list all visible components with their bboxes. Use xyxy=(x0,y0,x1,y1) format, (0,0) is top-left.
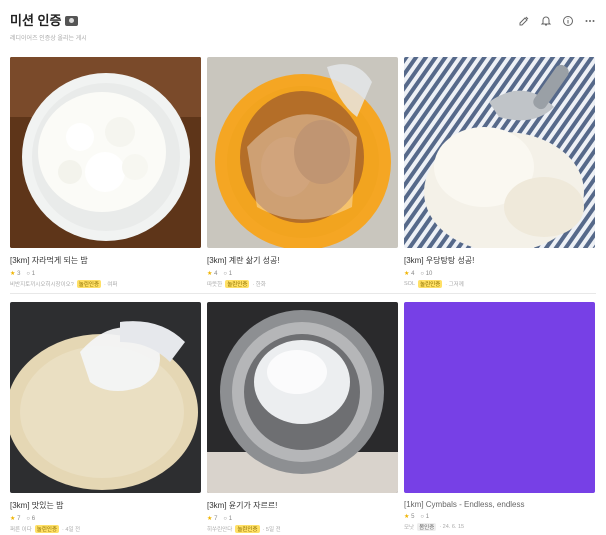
star-icon: ★ xyxy=(10,516,16,522)
card-meta: 모낫 봄인증 · 24. 6. 15 xyxy=(404,523,595,531)
card-stats: ★ 3 ○ 1 xyxy=(10,270,201,278)
card-thumbnail[interactable] xyxy=(10,57,201,248)
status-badge: 놀린인증 xyxy=(235,525,260,533)
card-title[interactable]: [3km] 우당탕탕 성공! xyxy=(404,255,595,266)
post-time: · 그저께 xyxy=(445,282,464,288)
mission-card[interactable]: [1km] Cymbals - Endless, endless ★ 5 ○ 1… xyxy=(404,302,595,531)
card-title[interactable]: [3km] 자라먹게 되는 밥 xyxy=(10,255,201,266)
post-time: · 24. 6. 15 xyxy=(439,524,465,530)
status-badge: 놀린인증 xyxy=(418,280,443,288)
star-count: 7 xyxy=(214,516,218,522)
post-time: · 5일 전 xyxy=(262,527,281,533)
card-stats: ★ 4 ○ 1 xyxy=(207,270,398,278)
author-name: 퍼른 이다 xyxy=(10,527,32,533)
rice-bag-image xyxy=(10,302,201,493)
star-count: 7 xyxy=(17,516,21,522)
comment-count: 1 xyxy=(31,270,36,277)
author-name: 히쑤린안다 xyxy=(207,527,233,533)
comment-icon: ○ xyxy=(223,270,228,277)
author-name: 비반지토끼시오히시장이오? xyxy=(10,282,74,288)
page-title-text: 미션 인증 xyxy=(10,13,62,28)
card-stats: ★ 7 ○ 1 xyxy=(207,515,398,523)
author-name: SOL xyxy=(404,281,416,287)
status-badge: 놀린인증 xyxy=(34,525,60,533)
card-title[interactable]: [1km] Cymbals - Endless, endless xyxy=(404,500,595,509)
star-icon: ★ xyxy=(404,514,410,520)
mission-card[interactable]: [3km] 우당탕탕 성공! ★ 4 ○ 10 SOL 놀린인증 · 그저께 xyxy=(404,57,595,288)
card-meta: 퍼른 이다 놀린인증 · 4일 전 xyxy=(10,525,201,533)
card-meta: 따뜻한 놀린인증 · 한화 xyxy=(207,280,398,288)
more-icon[interactable] xyxy=(584,15,596,27)
card-thumbnail[interactable] xyxy=(10,302,201,493)
mission-card[interactable]: [3km] 맛있는 밥 ★ 7 ○ 6 퍼른 이다 놀린인증 · 4일 전 xyxy=(10,302,201,533)
comment-count: 10 xyxy=(425,270,433,277)
card-meta: 비반지토끼시오히시장이오? 놀린인증 · 여퍼 xyxy=(10,280,201,288)
comment-icon: ○ xyxy=(420,513,425,520)
card-meta: SOL 놀린인증 · 그저께 xyxy=(404,280,595,288)
comment-icon: ○ xyxy=(223,515,228,522)
star-icon: ★ xyxy=(207,271,213,277)
eggs-image xyxy=(207,57,398,248)
comment-icon: ○ xyxy=(26,270,31,277)
card-title[interactable]: [3km] 계란 삶기 성공! xyxy=(207,255,398,266)
star-count: 4 xyxy=(214,271,218,277)
post-time: · 한화 xyxy=(252,282,266,288)
comment-count: 1 xyxy=(228,270,233,277)
page-title: 미션 인증 xyxy=(10,10,79,29)
header-actions xyxy=(518,15,596,27)
status-badge: 놀린인증 xyxy=(76,280,102,288)
star-count: 3 xyxy=(17,271,21,277)
post-time: · 여퍼 xyxy=(104,282,118,288)
edit-icon[interactable] xyxy=(518,15,530,27)
comment-count: 1 xyxy=(228,515,233,522)
mission-card[interactable]: [3km] 윤기가 자르르! ★ 7 ○ 1 히쑤린안다 놀린인증 · 5일 전 xyxy=(207,302,398,533)
page-subtitle: 레디이어즈 인증상 올리는 게시 xyxy=(10,36,87,42)
camera-icon xyxy=(65,15,79,26)
star-icon: ★ xyxy=(404,271,410,277)
comment-count: 1 xyxy=(425,513,430,520)
card-thumbnail[interactable] xyxy=(207,302,398,493)
card-stats: ★ 5 ○ 1 xyxy=(404,513,595,521)
author-name: 모낫 xyxy=(404,525,415,531)
card-meta: 히쑤린안다 놀린인증 · 5일 전 xyxy=(207,525,398,533)
post-time: · 4일 전 xyxy=(62,527,81,533)
bell-icon[interactable] xyxy=(540,15,552,27)
card-title[interactable]: [3km] 맛있는 밥 xyxy=(10,500,201,511)
star-count: 5 xyxy=(411,514,415,520)
star-icon: ★ xyxy=(207,516,213,522)
star-icon: ★ xyxy=(10,271,16,277)
card-title[interactable]: [3km] 윤기가 자르르! xyxy=(207,500,398,511)
star-count: 4 xyxy=(411,271,415,277)
comment-icon: ○ xyxy=(26,515,31,522)
author-name: 따뜻한 xyxy=(207,282,223,288)
rice-bowl-image xyxy=(10,57,201,248)
card-thumbnail[interactable] xyxy=(404,302,595,493)
card-thumbnail[interactable] xyxy=(207,57,398,248)
card-stats: ★ 7 ○ 6 xyxy=(10,515,201,523)
card-thumbnail[interactable] xyxy=(404,57,595,248)
row-divider xyxy=(10,293,596,294)
card-stats: ★ 4 ○ 10 xyxy=(404,270,595,278)
mission-card[interactable]: [3km] 계란 삶기 성공! ★ 4 ○ 1 따뜻한 놀린인증 · 한화 xyxy=(207,57,398,288)
info-icon[interactable] xyxy=(562,15,574,27)
mission-card[interactable]: [3km] 자라먹게 되는 밥 ★ 3 ○ 1 비반지토끼시오히시장이오? 놀린… xyxy=(10,57,201,288)
rice-spoon-image xyxy=(404,57,595,248)
status-badge: 놀린인증 xyxy=(225,280,250,288)
page-header: 미션 인증 레디이어즈 인증상 올리는 게시 xyxy=(10,10,596,46)
comment-icon: ○ xyxy=(420,270,425,277)
comment-count: 6 xyxy=(31,515,36,522)
status-badge: 봄인증 xyxy=(417,523,437,531)
pot-image xyxy=(207,302,398,493)
